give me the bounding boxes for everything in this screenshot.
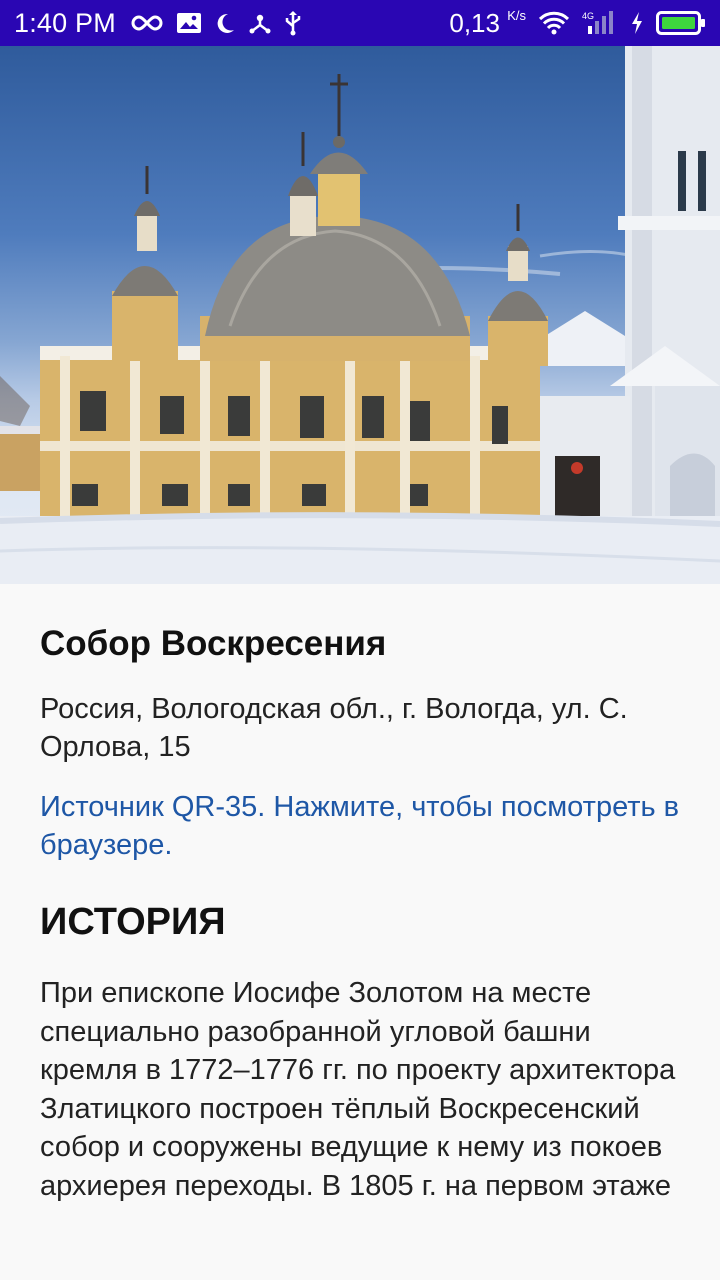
network-speed: 0,13 K/s — [449, 8, 526, 39]
wifi-icon — [538, 11, 570, 35]
cathedral-photo — [0, 46, 720, 584]
speed-value: 0,13 — [449, 7, 500, 38]
moon-icon — [214, 12, 236, 34]
history-heading: ИСТОРИЯ — [40, 901, 226, 943]
history-text: При епископе Иосифе Золотом на месте спе… — [40, 977, 676, 1202]
signal-icon: 4G — [582, 10, 618, 36]
speed-unit: K/s — [507, 7, 526, 23]
usb-plug-icon — [284, 10, 302, 36]
usb-icon — [248, 11, 272, 35]
place-title: Собор Воскресения — [40, 624, 387, 663]
charging-icon — [630, 11, 644, 35]
infinity-icon — [130, 13, 164, 33]
status-bar: 1:40 PM 0,13 K/s 4G — [0, 0, 720, 46]
content: Собор Воскресения Россия, Вологодская об… — [40, 584, 680, 1205]
cathedral-illustration — [0, 46, 720, 584]
place-address: Россия, Вологодская обл., г. Вологда, ул… — [40, 693, 628, 763]
source-link[interactable]: Источник QR-35. Нажмите, чтобы посмотрет… — [40, 788, 680, 864]
image-icon — [176, 12, 202, 34]
network-type: 4G — [582, 11, 594, 21]
battery-icon — [656, 10, 706, 36]
status-time: 1:40 PM — [14, 7, 116, 38]
